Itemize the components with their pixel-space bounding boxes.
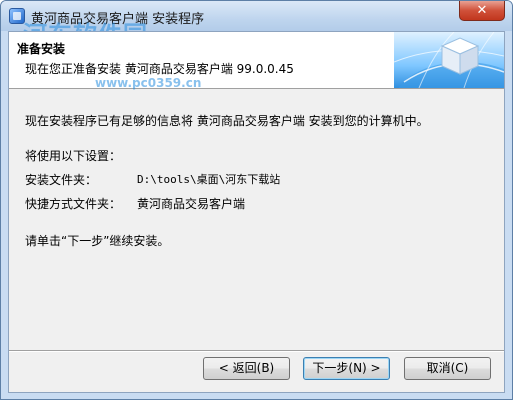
globe-cube-icon [394, 32, 504, 88]
back-button[interactable]: < 返回(B) [203, 357, 290, 380]
header-graphic [394, 32, 504, 88]
title-bar[interactable]: 黄河商品交易客户端 安装程序 河东软件园 ✕ [1, 1, 512, 49]
shortcut-folder-label: 快捷方式文件夹： [25, 197, 122, 211]
install-folder-value: D:\tools\桌面\河东下载站 [137, 173, 281, 186]
wizard-header: 准备安装 现在您正准备安装 黄河商品交易客户端 99.0.0.45 [9, 32, 504, 89]
install-folder-label: 安装文件夹： [25, 173, 98, 187]
intro-text: 现在安装程序已有足够的信息将 黄河商品交易客户端 安装到您的计算机中。 [25, 114, 429, 128]
shortcut-folder-value: 黄河商品交易客户端 [137, 197, 246, 211]
close-button[interactable]: ✕ [459, 1, 505, 21]
continue-hint: 请单击“下一步”继续安装。 [25, 234, 170, 248]
cancel-button[interactable]: 取消(C) [404, 357, 491, 380]
footer-divider [9, 350, 504, 352]
watermark-url: www.pc0359.cn [95, 76, 202, 90]
page-title: 准备安装 [17, 42, 66, 56]
installer-window: 黄河商品交易客户端 安装程序 河东软件园 ✕ 准备安装 现在您正准备安装 黄河商… [0, 0, 513, 400]
next-button[interactable]: 下一步(N) > [303, 357, 390, 380]
settings-heading: 将使用以下设置： [25, 149, 122, 163]
page-subtitle: 现在您正准备安装 黄河商品交易客户端 99.0.0.45 [25, 62, 294, 76]
wizard-page: 准备安装 现在您正准备安装 黄河商品交易客户端 99.0.0.45 www.pc… [8, 31, 505, 393]
